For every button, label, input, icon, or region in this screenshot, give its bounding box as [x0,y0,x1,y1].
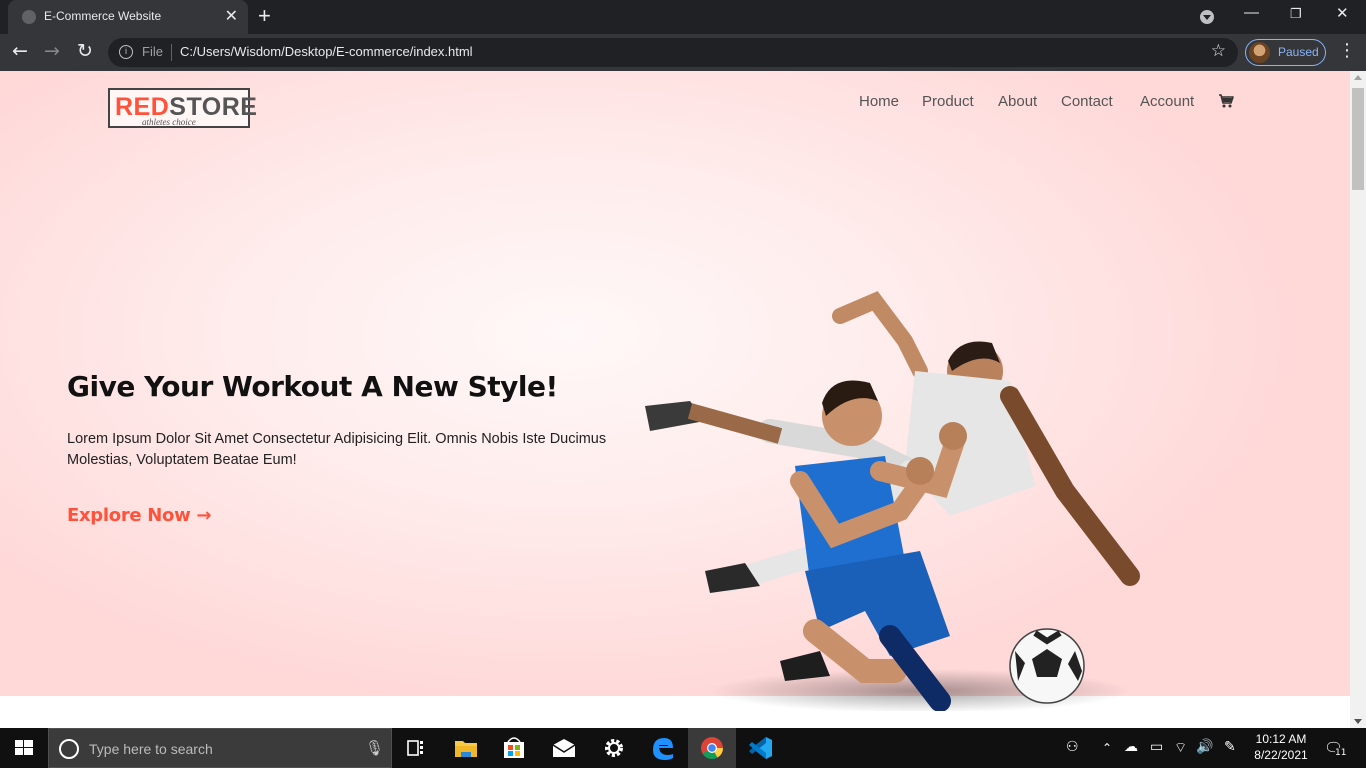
onedrive-cloud-icon[interactable]: ☁ [1124,739,1138,755]
hero-description: Lorem Ipsum Dolor Sit Amet Consectetur A… [67,431,607,468]
profile-status: Paused [1278,45,1319,59]
hero-section: REDSTORE athletes choice Home Product Ab… [0,71,1350,711]
site-logo[interactable]: REDSTORE athletes choice [108,88,257,128]
url-scheme-label: File [142,44,163,59]
browser-toolbar: ← → ↻ i File C:/Users/Wisdom/Desktop/E-c… [0,34,1366,71]
page-viewport: REDSTORE athletes choice Home Product Ab… [0,71,1350,728]
minimize-icon[interactable]: — [1244,4,1259,21]
reload-icon[interactable]: ↻ [77,40,93,62]
address-bar[interactable]: i File C:/Users/Wisdom/Desktop/E-commerc… [108,38,1238,67]
battery-icon[interactable]: ▭ [1150,739,1163,755]
window-close-icon[interactable]: ✕ [1336,4,1349,22]
settings-gear-icon[interactable] [590,728,638,768]
browser-tab[interactable]: E-Commerce Website ✕ [8,0,248,34]
cortana-icon [59,739,79,759]
forward-arrow-icon[interactable]: → [44,40,60,62]
restore-icon[interactable]: ❐ [1290,6,1302,22]
bookmark-star-icon[interactable]: ☆ [1211,41,1226,61]
wifi-icon[interactable]: ⌔ [1174,739,1187,757]
logo-tagline: athletes choice [142,117,196,127]
edge-browser-icon[interactable] [638,728,686,768]
windows-start-icon[interactable] [0,728,48,768]
system-clock[interactable]: 10:12 AM 8/22/2021 [1248,731,1314,763]
back-arrow-icon[interactable]: ← [12,40,28,62]
nav-product[interactable]: Product [922,93,974,110]
new-tab-button[interactable]: + [258,3,271,29]
scroll-up-icon[interactable] [1354,75,1362,80]
profile-button[interactable]: Paused [1245,39,1326,66]
page-scrollbar[interactable] [1350,71,1366,728]
explore-now-button[interactable]: Explore Now → [67,505,211,526]
clock-time: 10:12 AM [1255,732,1307,746]
url-text[interactable]: C:/Users/Wisdom/Desktop/E-commerce/index… [180,44,473,59]
clock-date: 8/22/2021 [1254,748,1308,762]
hero-football-players-image [645,291,1140,711]
show-hidden-icons-chevron[interactable]: ⌃ [1102,741,1112,755]
windows-taskbar: Type here to search 🎙 ⚇ ⌃ ☁ ▭ ⌔ 🔊 ✎ 10:1… [0,728,1366,768]
tab-search-icon[interactable] [1200,10,1214,24]
mail-icon[interactable] [540,728,588,768]
volume-icon[interactable]: 🔊 [1196,739,1213,755]
cart-icon[interactable] [1218,93,1234,109]
chrome-browser-icon[interactable] [688,728,736,768]
task-view-icon[interactable] [392,728,440,768]
nav-home[interactable]: Home [859,93,899,110]
people-icon[interactable]: ⚇ [1066,739,1079,755]
microphone-icon[interactable]: 🎙 [365,739,384,757]
vscode-icon[interactable] [736,728,784,768]
omnibox-divider [171,44,172,61]
scrollbar-thumb[interactable] [1352,88,1364,190]
browser-tab-strip: E-Commerce Website ✕ + — ❐ ✕ [0,0,1366,34]
search-placeholder: Type here to search [89,741,213,757]
notification-count-badge: 11 [1335,748,1347,758]
site-info-icon[interactable]: i [119,45,133,59]
close-tab-icon[interactable]: ✕ [225,6,238,25]
microsoft-store-icon[interactable] [490,728,538,768]
nav-contact[interactable]: Contact [1061,93,1113,110]
tab-title: E-Commerce Website [44,9,162,23]
taskbar-search-box[interactable]: Type here to search 🎙 [48,728,392,768]
globe-icon [22,10,36,24]
browser-menu-icon[interactable]: ⋮ [1338,40,1356,61]
scroll-down-icon[interactable] [1354,719,1362,724]
hero-headline: Give Your Workout A New Style! [67,370,558,403]
nav-account[interactable]: Account [1140,93,1194,110]
nav-about[interactable]: About [998,93,1037,110]
pen-workspace-icon[interactable]: ✎ [1224,739,1236,755]
file-explorer-icon[interactable] [442,728,490,768]
avatar [1249,42,1270,63]
